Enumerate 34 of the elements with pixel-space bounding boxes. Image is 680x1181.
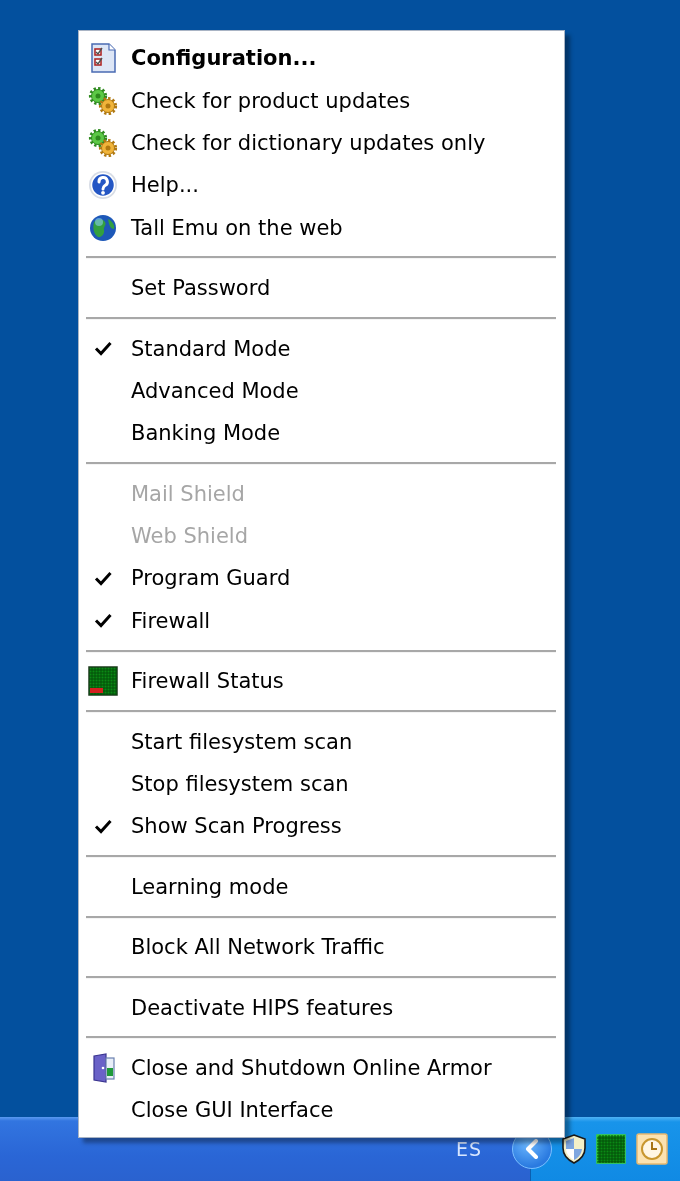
menu-item[interactable]: Check for product updates — [79, 79, 564, 122]
menu-item[interactable]: Check for dictionary updates only — [79, 121, 564, 165]
globe-icon — [88, 212, 118, 243]
gears-icon — [88, 85, 118, 116]
menu-item[interactable]: Close GUI Interface — [79, 1089, 564, 1132]
menu-item[interactable]: Firewall — [79, 599, 564, 643]
menu-item[interactable]: Tall Emu on the web — [79, 206, 564, 249]
check-icon — [94, 571, 112, 586]
document-icon — [88, 43, 118, 74]
menu-item[interactable]: Configuration... — [79, 37, 564, 80]
menu-item[interactable]: Deactivate HIPS features — [79, 986, 564, 1029]
check-icon — [94, 818, 112, 834]
menu-item[interactable]: Show Scan Progress — [79, 805, 564, 848]
menu-item[interactable]: Help... — [79, 164, 564, 207]
menu-item[interactable]: Program Guard — [79, 557, 564, 600]
menu-item[interactable]: Standard Mode — [79, 327, 564, 370]
menu-item[interactable]: Close and Shutdown Online Armor — [79, 1046, 564, 1090]
check-icon — [94, 613, 112, 629]
check-icon — [94, 341, 112, 357]
menu-item[interactable]: Banking Mode — [79, 412, 564, 455]
shield-icon[interactable] — [562, 1134, 586, 1164]
help-icon — [88, 170, 118, 201]
menu-item[interactable]: Learning mode — [79, 865, 564, 909]
clock-icon[interactable] — [636, 1133, 668, 1165]
grid-icon — [88, 666, 118, 697]
grid-icon[interactable] — [596, 1134, 626, 1164]
menu-item[interactable]: Start filesystem scan — [79, 720, 564, 763]
menu-item[interactable]: Firewall Status — [79, 660, 564, 703]
menu-item[interactable]: Set Password — [79, 266, 564, 310]
menu-item[interactable]: Advanced Mode — [79, 369, 564, 413]
menu-item[interactable]: Stop filesystem scan — [79, 762, 564, 806]
menu-item[interactable]: Block All Network Traffic — [79, 926, 564, 969]
gears-icon — [88, 127, 118, 158]
language-indicator[interactable]: ES — [455, 1138, 482, 1160]
